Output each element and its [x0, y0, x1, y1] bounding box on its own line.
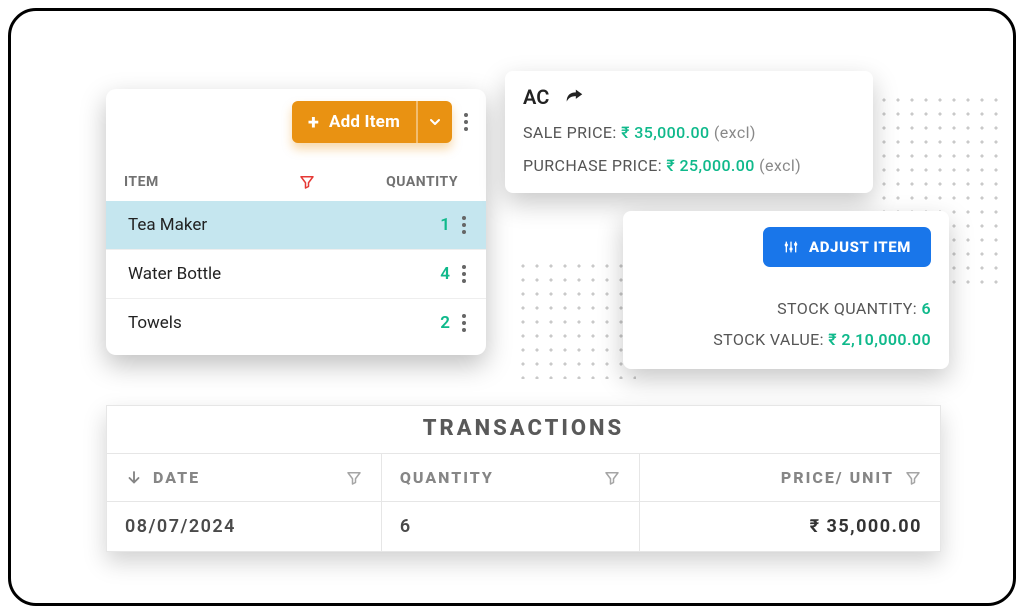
add-item-button[interactable]: + Add Item	[292, 101, 452, 143]
filter-icon	[904, 469, 922, 487]
date-filter-button[interactable]	[345, 469, 363, 487]
transaction-date: 08/07/2024	[107, 502, 382, 551]
panel-menu-button[interactable]	[460, 109, 472, 135]
stock-value-value: ₹ 2,10,000.00	[828, 330, 931, 349]
item-quantity: 4	[353, 264, 458, 284]
sale-price-label: SALE PRICE:	[523, 123, 617, 142]
decor-dots	[516, 259, 636, 379]
add-item-label: Add Item	[329, 112, 400, 132]
column-header-quantity[interactable]: QUANTITY	[358, 174, 458, 190]
chevron-down-icon	[427, 114, 443, 130]
column-header-date[interactable]: DATE	[107, 454, 382, 501]
adjust-item-button[interactable]: ADJUST ITEM	[763, 227, 931, 267]
item-quantity: 1	[353, 215, 458, 235]
filter-icon	[345, 469, 363, 487]
item-row-menu[interactable]	[458, 261, 474, 287]
item-name: Water Bottle	[128, 264, 353, 284]
item-row-menu[interactable]	[458, 310, 474, 336]
item-name: Towels	[128, 313, 353, 333]
column-header-quantity[interactable]: QUANTITY	[382, 454, 640, 501]
sale-price-suffix: (excl)	[714, 123, 756, 142]
share-icon	[563, 86, 585, 108]
filter-icon	[298, 173, 316, 191]
column-header-price[interactable]: PRICE/ UNIT	[640, 454, 940, 501]
purchase-price-value: ₹ 25,000.00	[666, 156, 754, 175]
items-panel: + Add Item ITEM QUANTITY Tea Maker1Water…	[106, 89, 486, 355]
purchase-price-suffix: (excl)	[759, 156, 801, 175]
transaction-qty: 6	[382, 502, 640, 551]
item-filter-button[interactable]	[298, 173, 358, 191]
purchase-price-label: PURCHASE PRICE:	[523, 156, 662, 175]
share-button[interactable]	[563, 86, 585, 108]
item-row[interactable]: Water Bottle4	[106, 250, 486, 299]
transactions-title: TRANSACTIONS	[107, 406, 940, 453]
price-filter-button[interactable]	[904, 469, 922, 487]
item-row-menu[interactable]	[458, 212, 474, 238]
item-title: AC	[523, 85, 549, 109]
transaction-price: ₹ 35,000.00	[640, 502, 940, 551]
stock-value-label: STOCK VALUE:	[713, 330, 824, 349]
filter-icon	[603, 469, 621, 487]
sale-price-value: ₹ 35,000.00	[621, 123, 709, 142]
stock-qty-value: 6	[921, 299, 931, 318]
item-row[interactable]: Towels2	[106, 299, 486, 347]
transactions-table: TRANSACTIONS DATE QUANTITY PRICE/ UNIT	[106, 405, 941, 552]
stock-qty-label: STOCK QUANTITY:	[777, 299, 917, 318]
sliders-icon	[783, 239, 799, 255]
column-header-item[interactable]: ITEM	[124, 174, 298, 190]
item-row[interactable]: Tea Maker1	[106, 201, 486, 250]
plus-icon: +	[308, 110, 319, 134]
sort-desc-icon	[125, 469, 143, 487]
add-item-dropdown[interactable]	[416, 101, 452, 143]
price-card: AC SALE PRICE: ₹ 35,000.00 (excl) PURCHA…	[505, 71, 873, 193]
item-quantity: 2	[353, 313, 458, 333]
adjust-item-label: ADJUST ITEM	[809, 238, 911, 256]
qty-filter-button[interactable]	[603, 469, 621, 487]
item-name: Tea Maker	[128, 215, 353, 235]
transaction-row[interactable]: 08/07/20246₹ 35,000.00	[107, 501, 940, 551]
stock-card: ADJUST ITEM STOCK QUANTITY: 6 STOCK VALU…	[623, 211, 949, 369]
